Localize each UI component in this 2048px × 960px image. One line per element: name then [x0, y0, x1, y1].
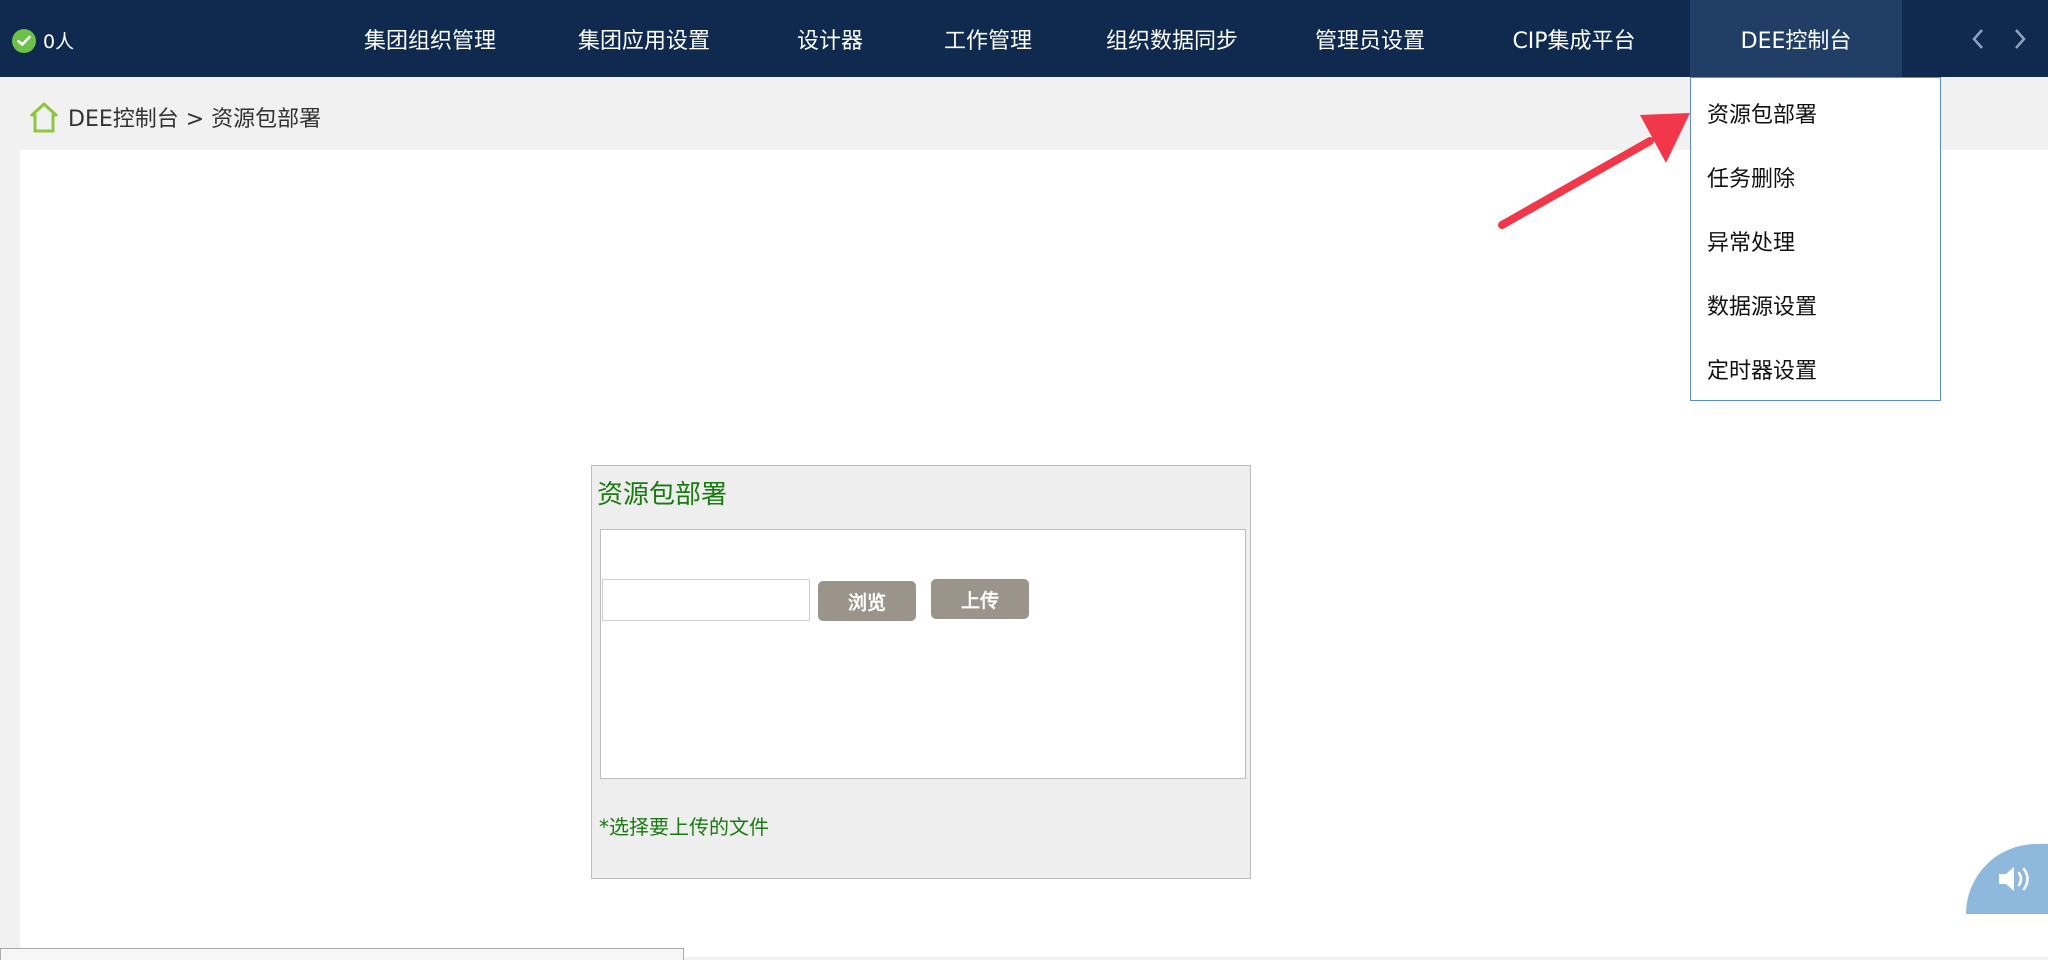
home-icon[interactable]: [28, 100, 60, 134]
nav-work-management[interactable]: 工作管理: [916, 0, 1060, 77]
menu-item-timer-settings[interactable]: 定时器设置: [1707, 353, 1817, 385]
online-count: 0人: [43, 31, 75, 53]
dee-console-dropdown: 资源包部署 任务删除 异常处理 数据源设置 定时器设置: [1690, 77, 1941, 401]
resource-deploy-panel: 资源包部署 浏览 上传 *选择要上传的文件: [591, 465, 1251, 879]
panel-title: 资源包部署: [597, 480, 728, 510]
chevron-left-icon[interactable]: [1968, 24, 1988, 54]
nav-cip-platform[interactable]: CIP集成平台: [1490, 0, 1658, 77]
menu-item-resource-deploy[interactable]: 资源包部署: [1707, 97, 1817, 129]
breadcrumb-text: DEE控制台 > 资源包部署: [68, 107, 322, 132]
nav-admin-settings[interactable]: 管理员设置: [1290, 0, 1450, 77]
upload-button[interactable]: 上传: [931, 579, 1029, 619]
chevron-right-icon[interactable]: [2010, 24, 2030, 54]
menu-item-datasource-settings[interactable]: 数据源设置: [1707, 289, 1817, 321]
online-users-indicator[interactable]: 0人: [12, 27, 74, 54]
breadcrumb: DEE控制台 > 资源包部署: [28, 100, 321, 134]
file-path-input[interactable]: [602, 579, 810, 621]
red-arrow-icon: [1498, 113, 1690, 229]
nav-dee-console[interactable]: DEE控制台: [1690, 0, 1902, 77]
status-bar: [0, 948, 684, 960]
speaker-icon: [1999, 867, 2029, 891]
menu-item-task-delete[interactable]: 任务删除: [1707, 161, 1795, 193]
upload-area: 浏览 上传: [600, 529, 1246, 779]
nav-org-data-sync[interactable]: 组织数据同步: [1092, 0, 1252, 77]
nav-designer[interactable]: 设计器: [770, 0, 890, 77]
nav-group-app-settings[interactable]: 集团应用设置: [554, 0, 734, 77]
top-navigation-bar: 0人 集团组织管理 集团应用设置 设计器 工作管理 组织数据同步 管理员设置 C…: [0, 0, 2048, 77]
nav-group-org-management[interactable]: 集团组织管理: [340, 0, 520, 77]
menu-item-exception-handling[interactable]: 异常处理: [1707, 225, 1795, 257]
nav-scroll-arrows: [1968, 24, 2030, 54]
browse-button[interactable]: 浏览: [818, 581, 916, 621]
upload-hint: *选择要上传的文件: [599, 815, 769, 839]
check-circle-icon: [12, 28, 36, 53]
